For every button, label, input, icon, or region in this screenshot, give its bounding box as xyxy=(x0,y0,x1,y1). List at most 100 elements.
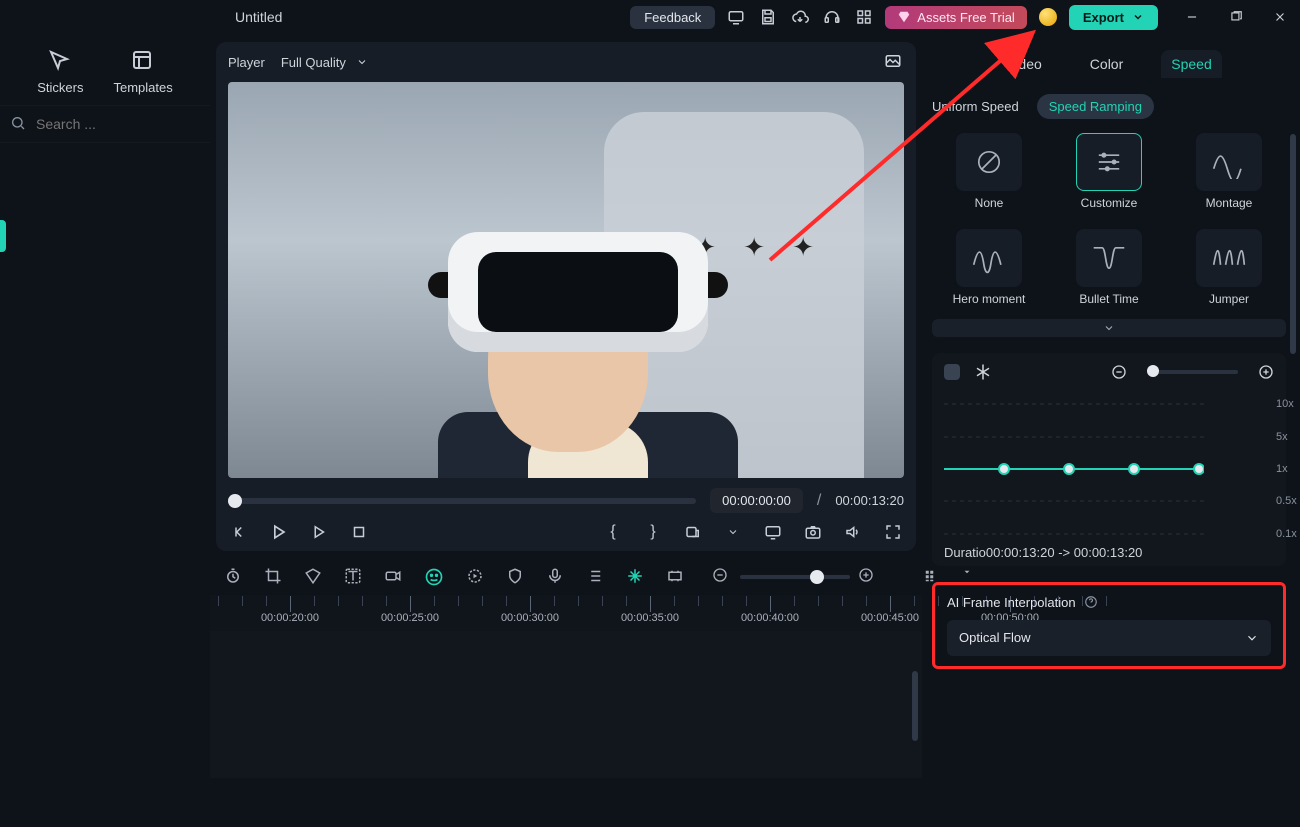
window-minimize-button[interactable] xyxy=(1182,7,1202,27)
feedback-button[interactable]: Feedback xyxy=(630,6,715,29)
mic-icon[interactable] xyxy=(546,567,564,587)
ai-select-value: Optical Flow xyxy=(959,630,1031,645)
scope-icon[interactable] xyxy=(884,52,904,72)
timeline-toolbar xyxy=(210,559,922,595)
spark-icon[interactable] xyxy=(626,567,644,587)
ai-interpolation-select[interactable]: Optical Flow xyxy=(947,620,1271,656)
zoom-out-icon[interactable] xyxy=(712,567,732,587)
preset-icon xyxy=(1076,229,1142,287)
player-controls: { } xyxy=(228,521,904,543)
graph-zoom-in-icon[interactable] xyxy=(1258,364,1274,380)
text-icon[interactable] xyxy=(344,567,362,587)
zoom-in-icon[interactable] xyxy=(858,567,878,587)
subtab-uniform[interactable]: Uniform Speed xyxy=(932,99,1019,114)
ruler-label: 00:00:40:00 xyxy=(741,612,799,624)
subtab-ramping[interactable]: Speed Ramping xyxy=(1037,94,1154,119)
mark-out-icon[interactable]: } xyxy=(642,521,664,543)
preset-jumper[interactable]: Jumper xyxy=(1183,229,1275,307)
face-icon[interactable] xyxy=(424,567,444,587)
play-forward-icon[interactable] xyxy=(308,521,330,543)
graph-marker-toggle[interactable] xyxy=(944,364,960,380)
ramping-presets: None Customize Montage Hero moment Bullet Ti… xyxy=(932,133,1286,307)
speed-subtabs: Uniform Speed Speed Ramping xyxy=(932,94,1286,119)
tab-video[interactable]: Video xyxy=(996,50,1052,78)
preset-customize[interactable]: Customize xyxy=(1063,133,1155,211)
timeline-ruler[interactable]: 00:00:20:0000:00:25:0000:00:30:0000:00:3… xyxy=(210,595,922,631)
timer-icon[interactable] xyxy=(224,567,242,587)
mark-in-icon[interactable]: { xyxy=(602,521,624,543)
graph-ylabel: 10x xyxy=(1276,398,1294,410)
presets-expand[interactable] xyxy=(932,319,1286,337)
timeline-tracks[interactable] xyxy=(210,631,922,778)
preset-icon xyxy=(1196,133,1262,191)
preset-icon xyxy=(1076,133,1142,191)
timecode-current[interactable]: 00:00:00:00 xyxy=(710,488,803,513)
display-icon[interactable] xyxy=(762,521,784,543)
tab-color[interactable]: Color xyxy=(1080,50,1133,78)
sidebar-tab-stickers[interactable]: Stickers xyxy=(37,48,83,95)
ai-frame-interpolation-box: AI Frame Interpolation Optical Flow xyxy=(932,582,1286,669)
scrub-knob[interactable] xyxy=(228,494,242,508)
sidebar-tab-label: Stickers xyxy=(37,80,83,95)
motion-icon[interactable] xyxy=(466,567,484,587)
volume-icon[interactable] xyxy=(842,521,864,543)
chevron-down-icon[interactable] xyxy=(722,521,744,543)
preset-icon xyxy=(956,133,1022,191)
graph-zoom-slider[interactable] xyxy=(1147,370,1238,374)
tab-speed[interactable]: Speed xyxy=(1161,50,1221,78)
headset-icon[interactable] xyxy=(821,6,843,28)
mask-icon[interactable] xyxy=(304,567,322,587)
speed-graph[interactable]: 10x 5x 1x 0.5x 0.1x xyxy=(944,389,1274,539)
quality-dropdown[interactable]: Full Quality xyxy=(281,55,368,70)
fullscreen-icon[interactable] xyxy=(882,521,904,543)
zoom-knob[interactable] xyxy=(810,570,824,584)
export-button[interactable]: Export xyxy=(1069,5,1158,30)
timeline-scrollbar[interactable] xyxy=(912,671,918,741)
search-icon xyxy=(10,115,26,133)
step-back-icon[interactable] xyxy=(228,521,250,543)
aspect-icon[interactable] xyxy=(666,567,684,587)
stop-icon[interactable] xyxy=(348,521,370,543)
shield-icon[interactable] xyxy=(506,567,524,587)
sidebar-tab-templates[interactable]: Templates xyxy=(113,48,172,95)
quality-value: Full Quality xyxy=(281,55,346,70)
list-icon[interactable] xyxy=(586,567,604,587)
search-row xyxy=(0,105,210,143)
chevron-down-icon xyxy=(1245,631,1259,645)
search-input[interactable] xyxy=(34,115,219,133)
coin-icon[interactable] xyxy=(1037,6,1059,28)
scrub-bar: 00:00:00:00 / 00:00:13:20 xyxy=(228,488,904,513)
cloud-download-icon[interactable] xyxy=(789,6,811,28)
template-icon xyxy=(130,48,156,74)
zoom-slider[interactable] xyxy=(740,575,850,579)
graph-zoom-out-icon[interactable] xyxy=(1111,364,1127,380)
help-icon[interactable] xyxy=(1084,595,1098,609)
grid-icon[interactable] xyxy=(853,6,875,28)
preset-hero[interactable]: Hero moment xyxy=(943,229,1035,307)
camera-record-icon[interactable] xyxy=(384,567,402,587)
window-maximize-button[interactable] xyxy=(1226,7,1246,27)
inspector-tabs: Video Color Speed xyxy=(932,44,1286,84)
play-icon[interactable] xyxy=(268,521,290,543)
speed-graph-card: 10x 5x 1x 0.5x 0.1x Duratio00:00:13:20 -… xyxy=(932,353,1286,566)
preset-montage[interactable]: Montage xyxy=(1183,133,1275,211)
save-icon[interactable] xyxy=(757,6,779,28)
inspector-scrollbar[interactable] xyxy=(1290,134,1296,354)
snowflake-icon[interactable] xyxy=(974,363,992,381)
loop-icon[interactable] xyxy=(682,521,704,543)
window-close-button[interactable] xyxy=(1270,7,1290,27)
preset-bullet[interactable]: Bullet Time xyxy=(1063,229,1155,307)
chevron-down-icon xyxy=(1132,11,1144,23)
ruler-label: 00:00:25:00 xyxy=(381,612,439,624)
preset-none[interactable]: None xyxy=(943,133,1035,211)
player-panel: Player Full Quality ✦ ✦ ✦ 00:00:00:00 xyxy=(216,42,916,551)
timecode-separator: / xyxy=(817,492,821,510)
snapshot-icon[interactable] xyxy=(802,521,824,543)
scrub-track[interactable] xyxy=(228,498,696,504)
crop-icon[interactable] xyxy=(264,567,282,587)
device-icon[interactable] xyxy=(725,6,747,28)
graph-zoom-knob[interactable] xyxy=(1147,365,1159,377)
assets-free-trial-button[interactable]: Assets Free Trial xyxy=(885,6,1027,29)
preset-label: Hero moment xyxy=(953,293,1026,307)
video-preview[interactable]: ✦ ✦ ✦ xyxy=(228,82,904,478)
